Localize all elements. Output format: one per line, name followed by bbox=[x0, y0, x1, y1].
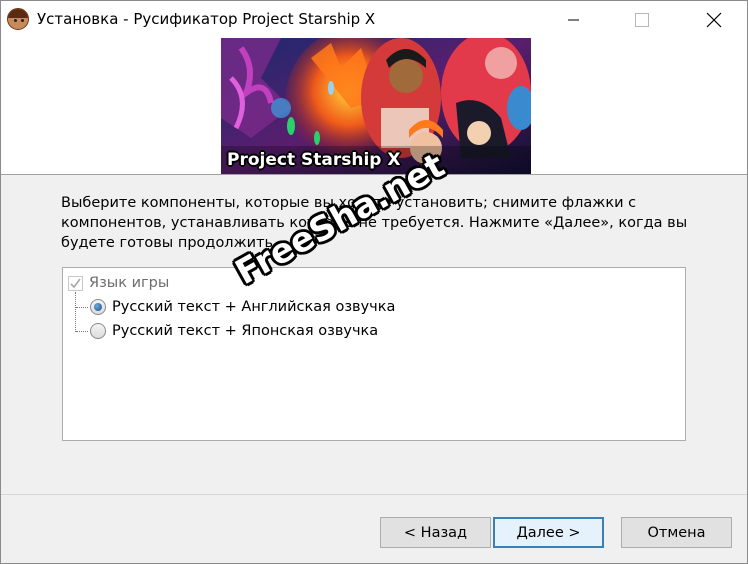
component-group-language[interactable]: Язык игры bbox=[68, 272, 169, 294]
radio-selected[interactable] bbox=[90, 299, 106, 315]
close-icon bbox=[706, 12, 722, 27]
maximize-icon bbox=[635, 12, 649, 27]
banner-image: Project Starship X bbox=[221, 38, 531, 174]
banner-title: Project Starship X bbox=[227, 150, 401, 170]
checkmark-icon bbox=[70, 278, 81, 288]
close-button[interactable] bbox=[691, 1, 737, 38]
app-icon bbox=[7, 8, 29, 30]
window-title: Установка - Русификатор Project Starship… bbox=[37, 10, 376, 28]
tree-connector bbox=[75, 292, 76, 332]
next-button[interactable]: Далее > bbox=[493, 517, 604, 548]
option-label: Русский текст + Японская озвучка bbox=[112, 323, 379, 339]
maximize-button[interactable] bbox=[619, 1, 665, 38]
radio-unselected[interactable] bbox=[90, 323, 106, 339]
installer-window: Установка - Русификатор Project Starship… bbox=[0, 0, 748, 564]
cancel-button[interactable]: Отмена bbox=[621, 517, 732, 548]
footer-divider bbox=[1, 494, 747, 495]
back-button[interactable]: < Назад bbox=[380, 517, 491, 548]
group-checkbox[interactable] bbox=[68, 275, 83, 291]
radio-dot-icon bbox=[94, 303, 102, 311]
option-label: Русский текст + Английская озвучка bbox=[112, 299, 396, 315]
title-bar[interactable]: Установка - Русификатор Project Starship… bbox=[1, 1, 747, 38]
header-divider bbox=[1, 174, 747, 175]
tree-connector bbox=[76, 307, 88, 308]
component-option[interactable]: Русский текст + Английская озвучка bbox=[90, 296, 395, 318]
group-label: Язык игры bbox=[89, 275, 170, 291]
minimize-button[interactable] bbox=[551, 1, 597, 38]
components-tree[interactable]: Язык игры Русский текст + Английская озв… bbox=[62, 267, 686, 441]
minimize-icon bbox=[568, 19, 579, 20]
tree-connector bbox=[76, 331, 88, 332]
component-option[interactable]: Русский текст + Японская озвучка bbox=[90, 320, 378, 342]
